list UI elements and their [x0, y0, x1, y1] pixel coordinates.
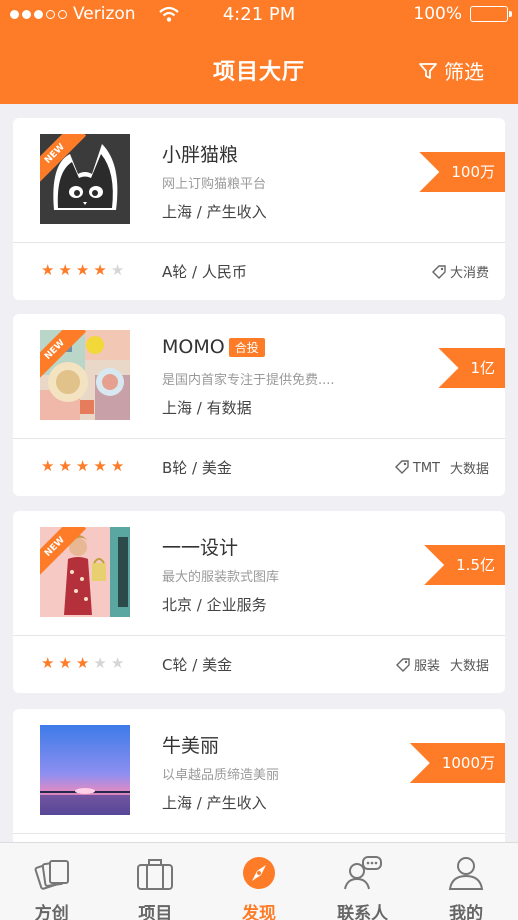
project-name-row: MOMO 合投 — [162, 336, 265, 358]
project-card[interactable]: NEW 小胖猫粮 网上订购猫粮平台 上海 / 产生收入 100万 ★ ★ ★ ★ ★ A… — [13, 118, 505, 300]
star-filled-icon: ★ — [93, 261, 107, 279]
star-filled-icon: ★ — [41, 457, 55, 475]
tag-icon — [394, 460, 409, 474]
project-name-row: 一一设计 — [162, 533, 238, 560]
project-description: 网上订购猫粮平台 — [162, 177, 267, 192]
star-filled-icon: ★ — [75, 457, 90, 475]
tag-icon — [431, 265, 446, 279]
chat-contacts-icon — [343, 856, 382, 890]
co-invest-badge: 合投 — [228, 337, 265, 357]
user-icon — [449, 857, 484, 890]
funding-round: A轮 / 人民币 — [162, 263, 247, 281]
project-description: 是国内首家专注于提供免费.... — [162, 373, 335, 388]
sunset-photo-icon — [40, 725, 130, 815]
funding-round: C轮 / 美金 — [162, 656, 233, 674]
tab-projects[interactable]: 项目 — [104, 843, 208, 920]
project-location-status: 上海 / 产生收入 — [162, 203, 267, 221]
star-filled-icon: ★ — [93, 457, 107, 475]
industry-tag: 大数据 — [449, 659, 489, 674]
tab-label: 联系人 — [337, 904, 389, 920]
project-logo — [40, 725, 130, 815]
card-divider — [13, 833, 505, 834]
project-location-status: 上海 / 有数据 — [162, 399, 252, 417]
briefcase-icon — [137, 859, 174, 890]
filter-icon — [419, 62, 437, 79]
tab-bar: 方创 项目 发现 联系人 我的 — [0, 842, 518, 920]
tab-label: 发现 — [241, 904, 276, 920]
funding-amount-tag: 100万 — [419, 152, 505, 192]
compass-icon — [242, 857, 275, 889]
star-filled-icon: ★ — [75, 654, 90, 672]
battery-percent: 100% — [413, 4, 462, 24]
funding-round: B轮 / 美金 — [162, 459, 232, 477]
industry-tag: 大数据 — [449, 462, 489, 477]
project-name: MOMO — [162, 336, 225, 358]
project-card[interactable]: NEW 一一设计 最大的服装款式图库 北京 / 企业服务 1.5亿 ★ ★ ★ ★ ★ … — [13, 511, 505, 693]
project-logo: NEW — [40, 330, 130, 420]
star-filled-icon: ★ — [58, 654, 72, 672]
rating-stars: ★ ★ ★ ★ ★ — [41, 459, 124, 474]
funding-amount-tag: 1亿 — [438, 348, 505, 388]
status-bar: Verizon 4:21 PM 100% — [0, 0, 518, 30]
project-name: 牛美丽 — [162, 735, 220, 757]
battery-status: 100% — [413, 4, 512, 24]
star-empty-icon: ★ — [110, 261, 125, 279]
tab-contacts[interactable]: 联系人 — [311, 843, 415, 920]
tab-fangchuang[interactable]: 方创 — [0, 843, 104, 920]
industry-tag: 大消费 — [431, 262, 489, 281]
cards-icon — [34, 860, 69, 890]
project-card[interactable]: NEW MOMO 合投 是国内首家专注于提供免费.... 上海 / 有数据 1亿… — [13, 314, 505, 496]
tag-icon — [395, 658, 410, 672]
star-filled-icon: ★ — [75, 261, 90, 279]
industry-tag: 服装 — [395, 655, 440, 674]
tab-me[interactable]: 我的 — [414, 843, 518, 920]
tab-label: 项目 — [138, 904, 173, 920]
star-empty-icon: ★ — [93, 654, 107, 672]
battery-icon — [470, 6, 512, 22]
project-name: 小胖猫粮 — [162, 144, 239, 166]
tab-label: 方创 — [34, 904, 69, 920]
project-name: 一一设计 — [162, 537, 239, 559]
industry-tags: 服装 大数据 — [395, 655, 489, 674]
tab-label: 我的 — [449, 904, 484, 920]
rating-stars: ★ ★ ★ ★ ★ — [41, 656, 124, 671]
project-description: 以卓越品质缔造美丽 — [162, 768, 280, 783]
filter-button[interactable]: 筛选 — [418, 56, 484, 85]
project-description: 最大的服装款式图库 — [162, 570, 280, 585]
industry-tags: 大消费 — [431, 262, 489, 281]
star-filled-icon: ★ — [58, 261, 72, 279]
project-name-row: 牛美丽 — [162, 731, 219, 758]
filter-label: 筛选 — [444, 60, 484, 84]
star-filled-icon: ★ — [58, 457, 72, 475]
star-filled-icon: ★ — [41, 261, 55, 279]
project-name-row: 小胖猫粮 — [162, 140, 238, 167]
nav-bar: 项目大厅 筛选 — [0, 30, 518, 104]
funding-amount-tag: 1000万 — [409, 743, 505, 783]
star-empty-icon: ★ — [110, 654, 125, 672]
star-filled-icon: ★ — [41, 654, 55, 672]
industry-tag: TMT — [394, 459, 440, 476]
funding-amount-tag: 1.5亿 — [424, 545, 505, 585]
project-logo: NEW — [40, 527, 130, 617]
tab-discover[interactable]: 发现 — [207, 843, 311, 920]
industry-tags: TMT 大数据 — [394, 458, 489, 477]
rating-stars: ★ ★ ★ ★ ★ — [41, 263, 124, 278]
project-location-status: 北京 / 企业服务 — [162, 596, 267, 614]
star-filled-icon: ★ — [110, 457, 125, 475]
project-location-status: 上海 / 产生收入 — [162, 794, 267, 812]
project-logo: NEW — [40, 134, 130, 224]
